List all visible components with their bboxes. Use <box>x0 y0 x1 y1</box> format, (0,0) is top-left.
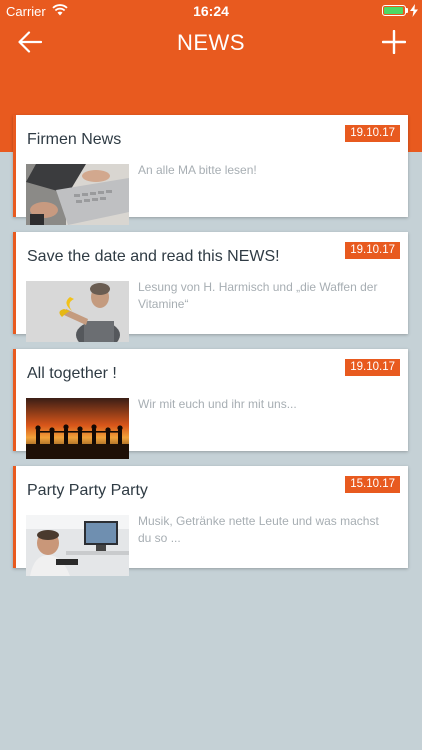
office-party-photo <box>26 515 129 576</box>
battery-icon <box>382 5 406 16</box>
news-card[interactable]: Party Party Party 15.10.17 Musik, Geträn… <box>13 466 408 576</box>
sunset-silhouettes-photo <box>26 398 129 459</box>
battery-tip <box>406 8 408 13</box>
news-date-badge: 19.10.17 <box>345 242 400 259</box>
news-text: Wir mit euch und ihr mit uns... <box>138 397 297 411</box>
battery-fill <box>384 7 403 14</box>
plus-icon[interactable] <box>382 30 406 54</box>
news-date-badge: 15.10.17 <box>345 476 400 493</box>
news-title: Save the date and read this NEWS! <box>27 248 280 265</box>
news-date-badge: 19.10.17 <box>345 125 400 142</box>
man-with-banana-photo <box>26 281 129 342</box>
news-title: Firmen News <box>27 131 122 148</box>
news-date-badge: 19.10.17 <box>345 359 400 376</box>
status-time: 16:24 <box>193 3 229 19</box>
news-title: Party Party Party <box>27 482 148 499</box>
news-text: Lesung von H. Harmisch und „die Waffen d… <box>138 280 378 311</box>
status-bar: Carrier 16:24 <box>0 0 422 22</box>
news-title: All together ! <box>27 365 117 382</box>
news-text: Musik, Getränke nette Leute und was mach… <box>138 514 379 545</box>
news-card[interactable]: Save the date and read this NEWS! 19.10.… <box>13 232 408 342</box>
page-title: NEWS <box>177 30 245 55</box>
news-text: An alle MA bitte lesen! <box>138 163 257 177</box>
news-card[interactable]: Firmen News 19.10.17 An alle MA bitte le… <box>13 115 408 225</box>
charging-bolt-icon <box>410 4 418 17</box>
navigation-bar: NEWS <box>0 22 422 66</box>
laptop-typing-photo <box>26 164 129 225</box>
news-card[interactable]: All together ! 19.10.17 Wir mit euch und… <box>13 349 408 459</box>
